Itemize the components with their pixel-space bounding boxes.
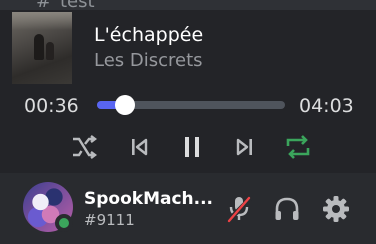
music-player-panel: L'échappée Les Discrets 00:36 04:03: [0, 10, 376, 173]
pause-icon: [185, 137, 199, 157]
shuffle-button[interactable]: [69, 132, 99, 162]
skip-previous-icon: [132, 138, 148, 156]
progress-knob[interactable]: [115, 95, 135, 115]
next-button[interactable]: [230, 132, 260, 162]
pause-button[interactable]: [177, 132, 207, 162]
duration-time: 04:03: [299, 95, 354, 117]
microphone-muted-icon: [226, 196, 252, 223]
shuffle-icon: [73, 135, 97, 159]
repeat-button[interactable]: [283, 132, 313, 162]
channel-header-strip: # test: [0, 0, 376, 10]
user-panel: SpookMach... #9111: [0, 173, 376, 244]
mute-button[interactable]: [224, 194, 254, 224]
gear-icon: [323, 196, 349, 222]
deafen-button[interactable]: [272, 194, 302, 224]
avatar[interactable]: [23, 182, 73, 232]
progress-slider[interactable]: [97, 95, 285, 115]
current-time: 00:36: [24, 95, 79, 117]
online-status-indicator: [55, 214, 73, 232]
username[interactable]: SpookMach...: [84, 189, 213, 209]
previous-button[interactable]: [124, 132, 154, 162]
channel-name[interactable]: test: [60, 0, 95, 10]
user-discriminator: #9111: [84, 211, 135, 229]
repeat-icon: [286, 135, 310, 159]
skip-next-icon: [236, 138, 252, 156]
headphones-icon: [275, 197, 299, 220]
album-art: [12, 12, 72, 84]
channel-hash-icon: #: [36, 0, 51, 10]
track-artist[interactable]: Les Discrets: [94, 50, 203, 71]
track-title[interactable]: L'échappée: [94, 24, 203, 46]
user-settings-button[interactable]: [321, 194, 351, 224]
